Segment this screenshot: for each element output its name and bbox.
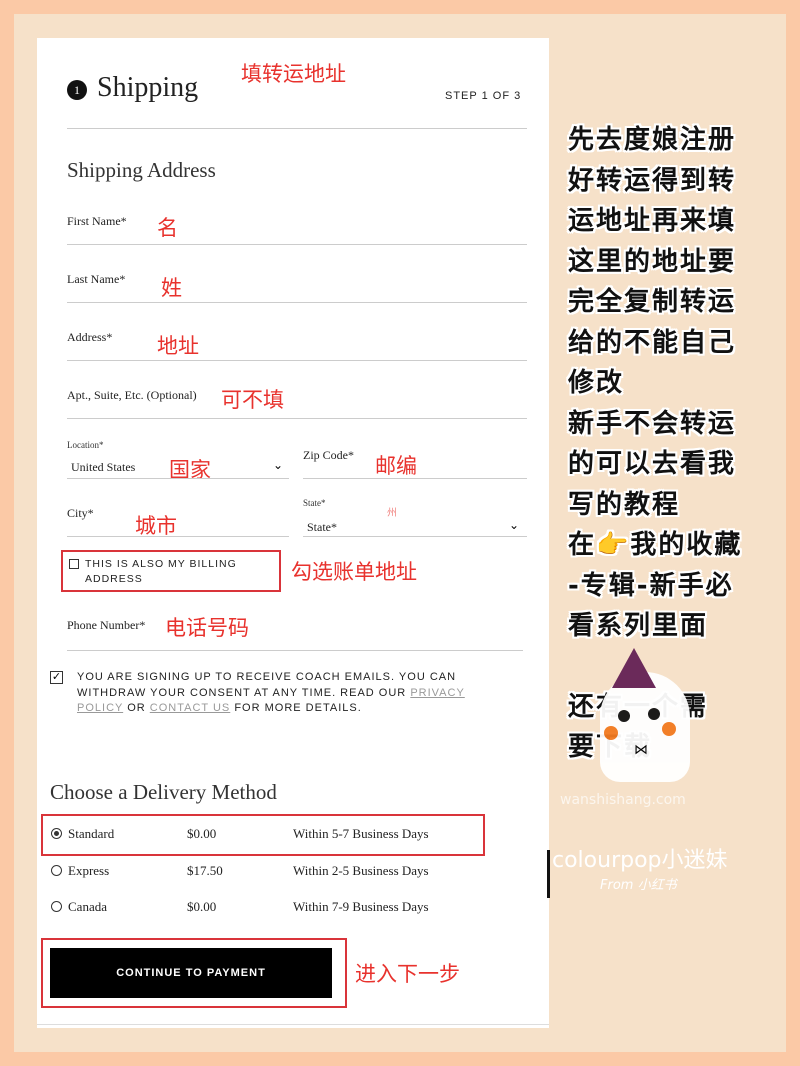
section-title: Shipping Address: [67, 158, 216, 182]
consent-checkbox[interactable]: ✓: [50, 671, 63, 684]
annotation-address: 地址: [157, 334, 199, 358]
state-label: State*: [303, 498, 326, 508]
option-time: Within 5-7 Business Days: [293, 826, 429, 841]
divider: [547, 850, 550, 898]
zip-input[interactable]: [303, 478, 527, 479]
option-time: Within 2-5 Business Days: [293, 863, 429, 878]
ghost-sticker: ⋈: [600, 672, 690, 782]
annotation-country: 国家: [169, 458, 211, 482]
annotation-billing: 勾选账单地址: [291, 560, 417, 584]
option-price: $0.00: [187, 826, 217, 841]
annotation-next: 进入下一步: [355, 962, 460, 986]
phone-label: Phone Number*: [67, 618, 146, 632]
location-value[interactable]: United States: [71, 460, 135, 475]
billing-checkbox[interactable]: [69, 559, 79, 569]
apt-input[interactable]: [67, 418, 527, 419]
page-title: Shipping: [97, 72, 199, 103]
state-select[interactable]: State*: [307, 520, 337, 535]
privacy-policy-link[interactable]: PRIVACY: [410, 687, 464, 699]
city-label: City*: [67, 506, 94, 520]
last-name-input[interactable]: [67, 302, 527, 303]
annotation-first: 名: [157, 216, 178, 240]
contact-us-link[interactable]: CONTACT US: [150, 702, 231, 714]
address-label: Address*: [67, 330, 113, 344]
location-label: Location*: [67, 440, 104, 450]
option-name: Canada: [68, 899, 107, 914]
city-input[interactable]: [67, 536, 289, 537]
watermark-site: wanshishang.com: [560, 792, 686, 808]
address-input[interactable]: [67, 360, 527, 361]
radio[interactable]: [51, 865, 62, 876]
option-price: $17.50: [187, 863, 223, 878]
watermark-brand: colourpop小迷妹: [552, 848, 728, 873]
annotation-state: 州: [387, 508, 397, 519]
option-name: Express: [68, 863, 110, 878]
watermark-from: From 小红书: [600, 878, 677, 893]
zip-label: Zip Code*: [303, 448, 354, 462]
witch-hat-icon: [612, 648, 656, 688]
apt-label: Apt., Suite, Etc. (Optional): [67, 388, 197, 402]
option-price: $0.00: [187, 899, 217, 914]
annotation-phone: 电话号码: [165, 616, 249, 640]
side-note: 先去度娘注册 好转运得到转 运地址再来填 这里的地址要 完全复制转运 给的不能自己 修改 新手…: [568, 125, 743, 762]
annotation-zip: 邮编: [375, 454, 417, 478]
billing-checkbox-label: THIS IS ALSO MY BILLING ADDRESS: [85, 558, 237, 585]
last-name-label: Last Name*: [67, 272, 126, 286]
annotation-apt: 可不填: [221, 388, 284, 412]
annotation-title: 填转运地址: [241, 62, 346, 86]
delivery-title: Choose a Delivery Method: [50, 780, 277, 804]
continue-to-payment-button[interactable]: CONTINUE TO PAYMENT: [50, 948, 332, 998]
first-name-input[interactable]: [67, 244, 527, 245]
phone-input[interactable]: [67, 650, 523, 651]
privacy-policy-link-cont[interactable]: POLICY: [77, 702, 123, 714]
chevron-down-icon[interactable]: ⌄: [273, 458, 283, 473]
chevron-down-icon[interactable]: ⌄: [509, 518, 519, 533]
radio-selected[interactable]: [51, 828, 62, 839]
step-number: 1: [67, 80, 87, 100]
checkout-card: 1 Shipping 填转运地址 STEP 1 OF 3 Shipping Ad…: [37, 38, 549, 1028]
step-indicator: STEP 1 OF 3: [445, 90, 522, 102]
annotation-last: 姓: [161, 276, 182, 300]
radio[interactable]: [51, 901, 62, 912]
option-name: Standard: [68, 826, 115, 841]
consent-text: YOU ARE SIGNING UP TO RECEIVE COACH EMAI…: [77, 671, 465, 714]
option-time: Within 7-9 Business Days: [293, 899, 429, 914]
first-name-label: First Name*: [67, 214, 127, 228]
